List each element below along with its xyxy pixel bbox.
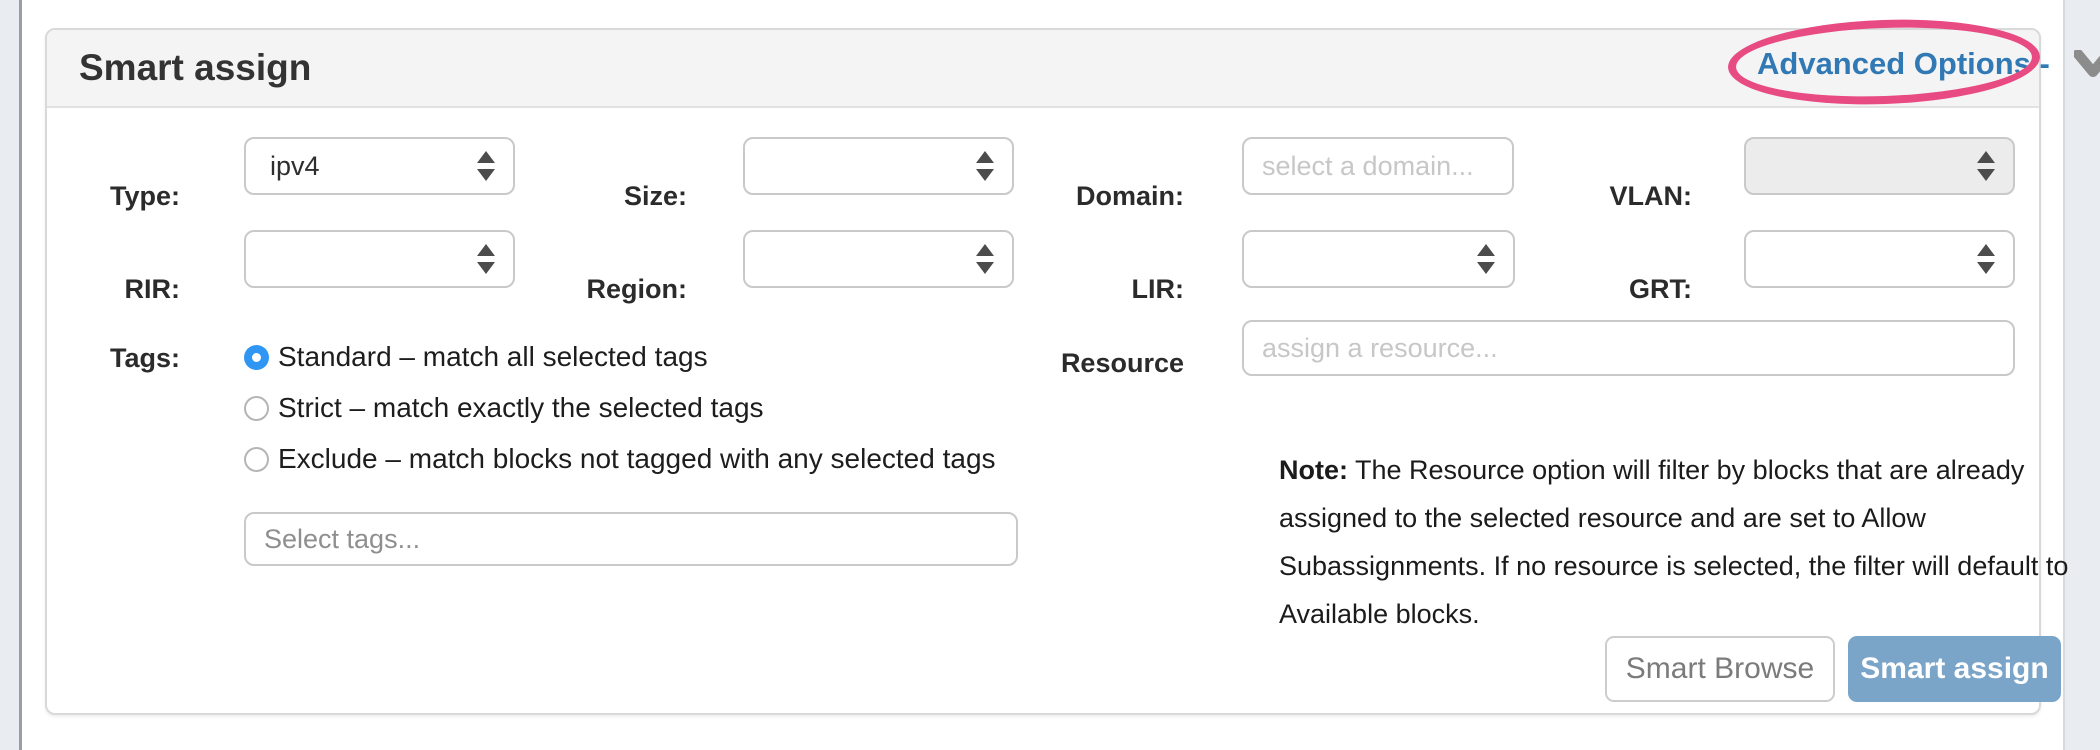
region-label: Region: [527, 274, 687, 305]
type-select[interactable]: ipv4 [244, 137, 515, 195]
region-select[interactable] [743, 230, 1014, 288]
resource-label: Resource [1024, 348, 1184, 379]
tags-option-strict[interactable]: Strict – match exactly the selected tags [244, 393, 764, 423]
radio-button[interactable] [244, 396, 269, 421]
type-label: Type: [20, 181, 180, 212]
select-arrows-icon [1477, 244, 1495, 274]
page-left-background-strip [0, 0, 19, 750]
size-select[interactable] [743, 137, 1014, 195]
select-tags-input[interactable] [244, 512, 1018, 566]
vlan-label: VLAN: [1532, 181, 1692, 212]
tags-label: Tags: [20, 343, 180, 374]
domain-label: Domain: [1024, 181, 1184, 212]
smart-browse-button[interactable]: Smart Browse [1605, 636, 1835, 702]
resource-note: Note: The Resource option will filter by… [1279, 446, 2074, 638]
domain-input[interactable] [1242, 137, 1514, 195]
resource-input[interactable] [1242, 320, 2015, 376]
radio-button[interactable] [244, 447, 269, 472]
rir-select[interactable] [244, 230, 515, 288]
select-arrows-icon [477, 151, 495, 181]
advanced-options-toggle[interactable]: Advanced Options - [1757, 46, 2100, 82]
smart-assign-button[interactable]: Smart assign [1848, 636, 2061, 702]
page-left-divider [19, 0, 22, 750]
lir-label: LIR: [1024, 274, 1184, 305]
vlan-select[interactable] [1744, 137, 2015, 195]
rir-label: RIR: [20, 274, 180, 305]
lir-select[interactable] [1242, 230, 1515, 288]
grt-label: GRT: [1532, 274, 1692, 305]
tags-option-standard[interactable]: Standard – match all selected tags [244, 342, 708, 372]
select-arrows-icon [976, 244, 994, 274]
select-arrows-icon [1977, 151, 1995, 181]
note-text: The Resource option will filter by block… [1279, 455, 2068, 629]
panel-heading: Smart assign Advanced Options - [47, 30, 2039, 108]
chevron-down-icon[interactable] [2074, 50, 2100, 78]
select-arrows-icon [976, 151, 994, 181]
grt-select[interactable] [1744, 230, 2015, 288]
select-arrows-icon [1977, 244, 1995, 274]
size-label: Size: [527, 181, 687, 212]
select-arrows-icon [477, 244, 495, 274]
note-label: Note: [1279, 455, 1348, 485]
tags-option-exclude[interactable]: Exclude – match blocks not tagged with a… [244, 444, 996, 474]
radio-button[interactable] [244, 345, 269, 370]
panel-title: Smart assign [79, 47, 311, 89]
advanced-options-label[interactable]: Advanced Options - [1757, 46, 2050, 82]
smart-assign-panel: Smart assign Advanced Options - Type: Si… [45, 28, 2041, 715]
